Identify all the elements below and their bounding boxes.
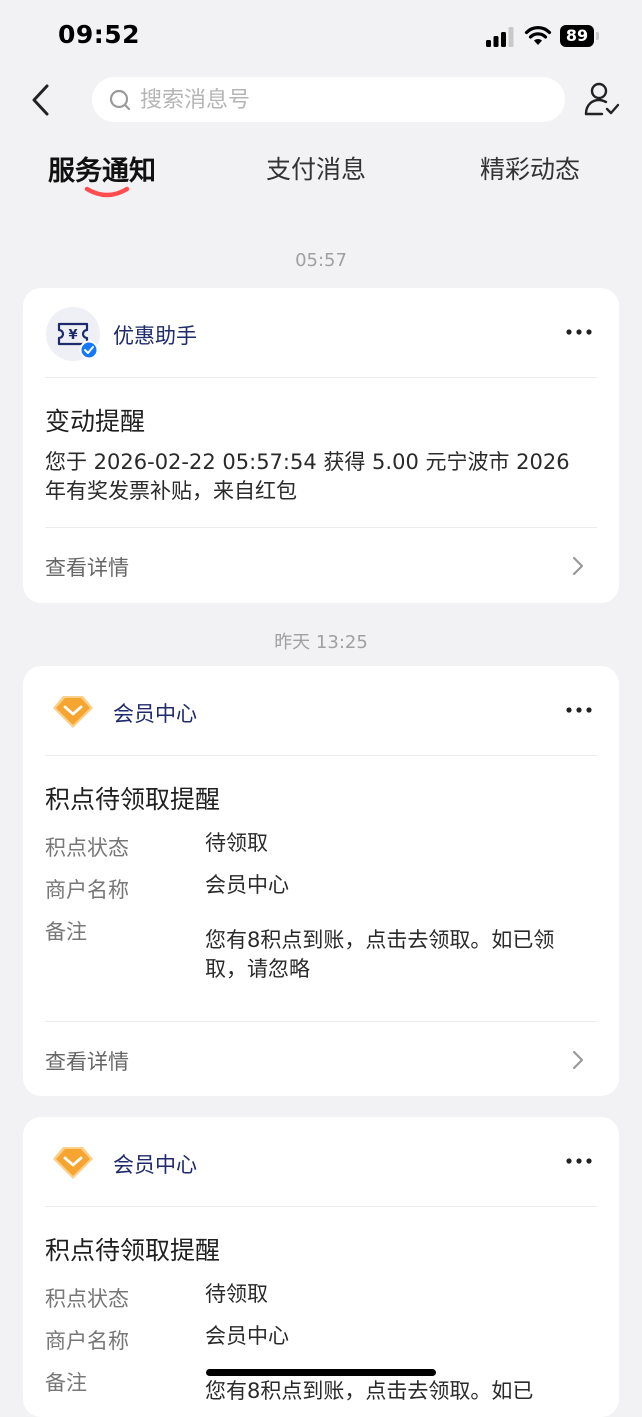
field-value: 会员中心 — [205, 1324, 289, 1348]
divider — [45, 1206, 597, 1207]
card-header: 会员中心 — [23, 1117, 619, 1207]
battery-nub — [596, 32, 599, 40]
field-label: 商户名称 — [45, 1329, 129, 1353]
user-settings-icon[interactable] — [582, 80, 622, 120]
card-header: 会员中心 — [23, 666, 619, 756]
coupon-icon[interactable]: ¥ — [45, 306, 101, 362]
message-title: 积点待领取提醒 — [45, 785, 221, 814]
field-value: 您有8积点到账，点击去领取。如已领取，请忽略 — [205, 928, 555, 981]
svg-text:¥: ¥ — [68, 328, 77, 343]
status-bar: 09:52 89 — [0, 0, 642, 70]
view-details-row[interactable]: 查看详情 — [23, 1024, 619, 1096]
view-details-label: 查看详情 — [45, 556, 129, 580]
field-label: 备注 — [45, 1371, 87, 1395]
tab-service-notice[interactable]: 服务通知 — [48, 149, 156, 188]
verified-badge-icon — [79, 340, 99, 360]
active-tab-indicator — [84, 186, 130, 198]
more-icon[interactable] — [563, 320, 595, 344]
field-label: 商户名称 — [45, 878, 129, 902]
card-header: ¥ 优惠助手 — [23, 288, 619, 378]
wifi-icon — [524, 26, 552, 45]
search-input[interactable] — [138, 77, 542, 124]
field-value: 会员中心 — [205, 873, 289, 897]
view-details-row[interactable]: 查看详情 — [23, 530, 619, 602]
diamond-icon[interactable] — [45, 684, 101, 740]
search-icon — [109, 89, 131, 111]
back-icon[interactable] — [22, 82, 62, 118]
message-card: 会员中心 积点待领取提醒 积点状态 待领取 商户名称 会员中心 备注 您有8积点… — [23, 666, 619, 1096]
field-value: 待领取 — [205, 1282, 268, 1306]
sender-name[interactable]: 会员中心 — [113, 698, 197, 728]
search-bar[interactable] — [92, 77, 565, 124]
more-icon[interactable] — [563, 698, 595, 722]
field-value: 您有8积点到账，点击去领取。如已 — [205, 1379, 534, 1403]
field-label: 备注 — [45, 920, 87, 944]
message-card: ¥ 优惠助手 变动提醒 您于 2026-02-22 05:57:54 获得 5.… — [23, 288, 619, 603]
sender-name[interactable]: 优惠助手 — [113, 320, 197, 350]
divider — [45, 377, 597, 378]
tab-highlights[interactable]: 精彩动态 — [480, 150, 580, 186]
chevron-right-icon — [572, 556, 584, 576]
cellular-signal-icon — [486, 27, 514, 47]
status-time: 09:52 — [58, 20, 141, 49]
battery-level: 89 — [560, 25, 594, 47]
divider — [45, 527, 597, 528]
home-indicator[interactable] — [206, 1369, 436, 1376]
field-value: 待领取 — [205, 831, 268, 855]
divider — [45, 1021, 597, 1022]
message-title: 变动提醒 — [45, 407, 146, 436]
battery-indicator: 89 — [560, 25, 600, 47]
message-timestamp: 昨天 13:25 — [274, 632, 368, 653]
top-nav — [0, 70, 642, 130]
sender-name[interactable]: 会员中心 — [113, 1149, 197, 1179]
message-title: 积点待领取提醒 — [45, 1236, 221, 1265]
chevron-right-icon — [572, 1050, 584, 1070]
more-icon[interactable] — [563, 1149, 595, 1173]
message-timestamp: 05:57 — [295, 250, 347, 271]
tab-payment-messages[interactable]: 支付消息 — [266, 150, 366, 186]
tab-bar: 服务通知 支付消息 精彩动态 — [0, 140, 642, 210]
field-label: 积点状态 — [45, 836, 129, 860]
divider — [45, 755, 597, 756]
message-body: 您于 2026-02-22 05:57:54 获得 5.00 元宁波市 2026… — [45, 450, 570, 503]
field-label: 积点状态 — [45, 1287, 129, 1311]
view-details-label: 查看详情 — [45, 1050, 129, 1074]
diamond-icon[interactable] — [45, 1135, 101, 1191]
